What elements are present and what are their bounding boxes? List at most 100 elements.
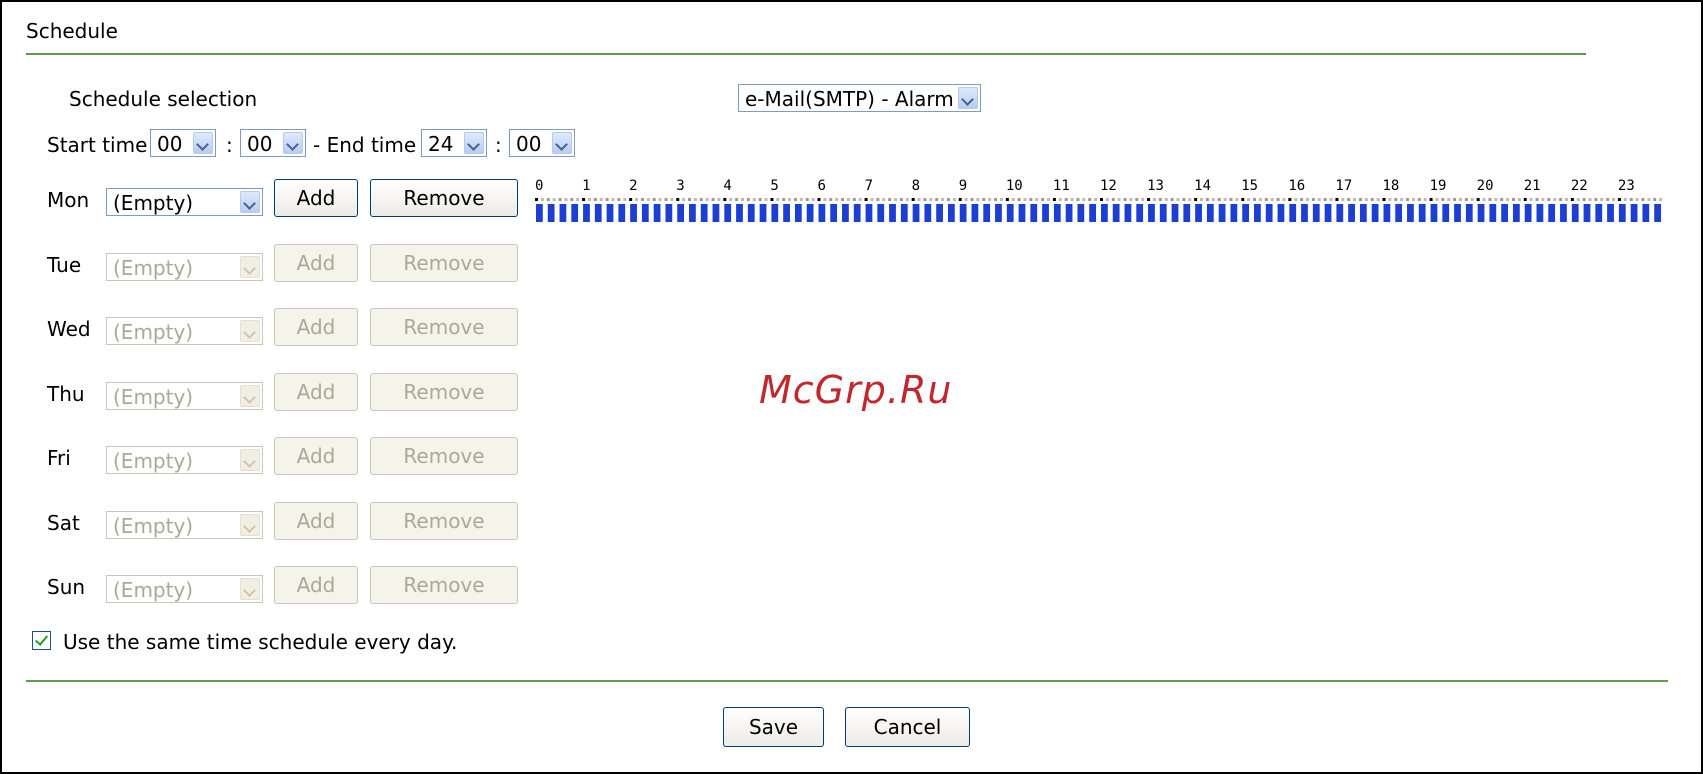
timeline-slot[interactable] xyxy=(1465,204,1473,222)
chevron-down-icon[interactable] xyxy=(240,513,260,536)
timeline-slot[interactable] xyxy=(1642,204,1650,222)
chevron-down-icon[interactable] xyxy=(240,255,260,278)
add-button[interactable]: Add xyxy=(274,437,358,475)
timeline-slot[interactable] xyxy=(1595,204,1603,222)
timeline-slot[interactable] xyxy=(1442,204,1450,222)
remove-button[interactable]: Remove xyxy=(370,501,518,540)
timeline-slot[interactable] xyxy=(547,204,555,222)
timeline-slot[interactable] xyxy=(1159,204,1167,222)
chevron-down-icon[interactable] xyxy=(240,320,260,342)
timeline-slot[interactable] xyxy=(1301,204,1308,222)
timeline-slot[interactable] xyxy=(1148,204,1155,222)
timeline-slot[interactable] xyxy=(1053,204,1061,222)
timeline-slot[interactable] xyxy=(665,204,673,222)
save-button[interactable]: Save xyxy=(723,707,824,747)
chevron-down-icon[interactable] xyxy=(240,191,260,213)
timeline-slot[interactable] xyxy=(1348,204,1355,222)
timeline-slot[interactable] xyxy=(1077,204,1085,222)
timeline-slot[interactable] xyxy=(853,204,861,222)
timeline-slot[interactable] xyxy=(1030,204,1038,222)
timeline-slot[interactable] xyxy=(830,204,838,222)
day-schedule-select[interactable]: (Empty) xyxy=(106,252,263,281)
timeline-slot[interactable] xyxy=(1548,204,1556,222)
remove-button[interactable]: Remove xyxy=(370,566,518,604)
timeline-slot[interactable] xyxy=(1006,204,1014,222)
timeline-slot[interactable] xyxy=(1524,204,1532,222)
add-button[interactable]: Add xyxy=(274,308,358,346)
timeline-slot[interactable] xyxy=(712,204,720,222)
start-minute-select[interactable]: 00 xyxy=(240,129,306,157)
timeline-slot[interactable] xyxy=(536,204,543,222)
timeline-slot[interactable] xyxy=(618,204,626,222)
timeline-slot[interactable] xyxy=(1042,204,1049,222)
timeline-slot[interactable] xyxy=(747,204,755,222)
timeline-slot[interactable] xyxy=(1407,204,1414,222)
chevron-down-icon[interactable] xyxy=(193,132,213,154)
chevron-down-icon[interactable] xyxy=(464,132,484,154)
timeline-slot[interactable] xyxy=(1359,204,1367,222)
start-hour-select[interactable]: 00 xyxy=(150,129,216,157)
timeline-slot[interactable] xyxy=(1395,204,1403,222)
timeline-slot[interactable] xyxy=(959,204,967,222)
timeline-slot[interactable] xyxy=(889,204,896,222)
timeline-slot[interactable] xyxy=(1171,204,1179,222)
timeline-slot[interactable] xyxy=(583,204,590,222)
remove-button[interactable]: Remove xyxy=(370,372,518,411)
day-schedule-select[interactable]: (Empty) xyxy=(106,188,263,216)
timeline-slot[interactable] xyxy=(1630,204,1638,222)
timeline-slot[interactable] xyxy=(1018,204,1026,222)
timeline-slot[interactable] xyxy=(677,204,685,222)
timeline-slot[interactable] xyxy=(924,204,932,222)
add-button[interactable]: Add xyxy=(274,566,358,604)
timeline-slot[interactable] xyxy=(1312,204,1320,222)
timeline-slot[interactable] xyxy=(1101,204,1108,222)
timeline-slot[interactable] xyxy=(1512,204,1520,222)
timeline-slot[interactable] xyxy=(1418,204,1426,222)
timeline-slot[interactable] xyxy=(1230,204,1238,222)
timeline-slot[interactable] xyxy=(1430,204,1438,222)
timeline-slot[interactable] xyxy=(724,204,732,222)
timeline-slot[interactable] xyxy=(559,204,567,222)
timeline-slot[interactable] xyxy=(641,204,649,222)
timeline-slot[interactable] xyxy=(1265,204,1273,222)
timeline-slot[interactable] xyxy=(1089,204,1096,222)
timeline-slot[interactable] xyxy=(700,204,708,222)
chevron-down-icon[interactable] xyxy=(958,87,978,109)
timeline-slot[interactable] xyxy=(842,204,849,222)
timeline-slot[interactable] xyxy=(1324,204,1332,222)
timeline-slot[interactable] xyxy=(912,204,920,222)
timeline-slot[interactable] xyxy=(783,204,790,222)
timeline-slot[interactable] xyxy=(1183,204,1191,222)
timeline-slot[interactable] xyxy=(971,204,979,222)
day-schedule-select[interactable]: (Empty) xyxy=(106,575,263,603)
day-schedule-select[interactable]: (Empty) xyxy=(106,381,263,410)
timeline-slot[interactable] xyxy=(1477,204,1485,222)
remove-button[interactable]: Remove xyxy=(370,308,518,346)
add-button[interactable]: Add xyxy=(274,372,358,411)
timeline-slot[interactable] xyxy=(1124,204,1132,222)
timeline-slot[interactable] xyxy=(1242,204,1250,222)
schedule-selection-dropdown[interactable]: e-Mail(SMTP) - Alarm xyxy=(738,84,981,112)
chevron-down-icon[interactable] xyxy=(240,578,260,600)
timeline-slot[interactable] xyxy=(1206,204,1214,222)
day-schedule-select[interactable]: (Empty) xyxy=(106,317,263,345)
timeline-slot[interactable] xyxy=(1383,204,1391,222)
timeline-slot[interactable] xyxy=(794,204,802,222)
timeline-slot[interactable] xyxy=(1571,204,1579,222)
timeline-slot[interactable] xyxy=(1536,204,1544,222)
timeline-slot[interactable] xyxy=(1583,204,1591,222)
timeline-slot[interactable] xyxy=(900,204,908,222)
timeline-slot[interactable] xyxy=(1136,204,1144,222)
timeline-slot[interactable] xyxy=(1501,204,1508,222)
timeline-slot[interactable] xyxy=(571,204,579,222)
timeline-slot[interactable] xyxy=(818,204,826,222)
add-button[interactable]: Add xyxy=(274,243,358,282)
add-button[interactable]: Add xyxy=(274,179,358,217)
timeline-slot[interactable] xyxy=(995,204,1002,222)
timeline-slot[interactable] xyxy=(1371,204,1379,222)
timeline-slot[interactable] xyxy=(1607,204,1614,222)
timeline-slot[interactable] xyxy=(1112,204,1120,222)
timeline-slot[interactable] xyxy=(771,204,779,222)
timeline-slot[interactable] xyxy=(806,204,814,222)
chevron-down-icon[interactable] xyxy=(552,132,572,154)
